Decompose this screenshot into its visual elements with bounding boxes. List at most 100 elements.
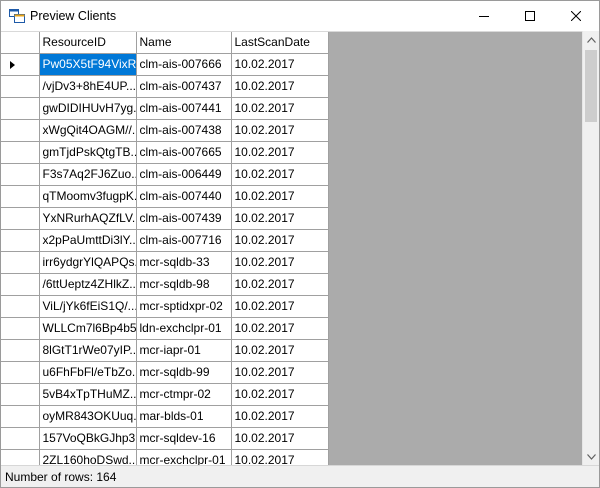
close-button[interactable] [553, 1, 599, 31]
cell-lastscandate[interactable]: 10.02.2017 [231, 295, 329, 318]
cell-lastscandate[interactable]: 10.02.2017 [231, 251, 329, 274]
cell-name[interactable]: clm-ais-007439 [136, 207, 232, 230]
cell-lastscandate[interactable]: 10.02.2017 [231, 427, 329, 450]
clients-data-grid[interactable]: ResourceID Name LastScanDate Pw05X5tF94V… [1, 31, 599, 465]
table-row[interactable]: x2pPaUmttDi3lY... clm-ais-007716 10.02.201… [1, 229, 329, 252]
row-header[interactable] [1, 339, 40, 362]
column-header-name[interactable]: Name [136, 32, 232, 54]
row-header[interactable] [1, 207, 40, 230]
cell-resourceid[interactable]: YxNRurhAQZfLV... [39, 207, 137, 230]
cell-name[interactable]: clm-ais-007665 [136, 141, 232, 164]
table-row[interactable]: 2ZL160hoDSwd... mcr-exchclpr-01 10.02.2017 [1, 449, 329, 465]
cell-resourceid[interactable]: 157VoQBkGJhp3... [39, 427, 137, 450]
cell-name[interactable]: mcr-sqldb-99 [136, 361, 232, 384]
row-header[interactable] [1, 383, 40, 406]
row-header[interactable] [1, 141, 40, 164]
row-header[interactable] [1, 427, 40, 450]
table-row[interactable]: irr6ydgrYlQAPQs... mcr-sqldb-33 10.02.2017 [1, 251, 329, 274]
table-row[interactable]: /vjDv3+8hE4UP... clm-ais-007437 10.02.2017 [1, 75, 329, 98]
table-row[interactable]: xWgQit4OAGM//... clm-ais-007438 10.02.2017 [1, 119, 329, 142]
cell-name[interactable]: ldn-exchclpr-01 [136, 317, 232, 340]
table-row[interactable]: u6FhFbFl/eTbZo... mcr-sqldb-99 10.02.2017 [1, 361, 329, 384]
table-row[interactable]: YxNRurhAQZfLV... clm-ais-007439 10.02.2017 [1, 207, 329, 230]
cell-resourceid[interactable]: x2pPaUmttDi3lY... [39, 229, 137, 252]
row-header[interactable] [1, 449, 40, 465]
cell-name[interactable]: mcr-sqldb-33 [136, 251, 232, 274]
cell-resourceid[interactable]: /vjDv3+8hE4UP... [39, 75, 137, 98]
scroll-thumb[interactable] [585, 50, 597, 122]
row-header[interactable] [1, 53, 40, 76]
cell-lastscandate[interactable]: 10.02.2017 [231, 207, 329, 230]
title-bar[interactable]: Preview Clients [1, 1, 599, 31]
cell-lastscandate[interactable]: 10.02.2017 [231, 185, 329, 208]
cell-lastscandate[interactable]: 10.02.2017 [231, 449, 329, 465]
row-header[interactable] [1, 119, 40, 142]
cell-resourceid[interactable]: ViL/jYk6fEiS1Q/... [39, 295, 137, 318]
cell-lastscandate[interactable]: 10.02.2017 [231, 361, 329, 384]
column-header-lastscandate[interactable]: LastScanDate [231, 32, 329, 54]
cell-resourceid[interactable]: /6ttUeptz4ZHlkZ... [39, 273, 137, 296]
table-row[interactable]: Pw05X5tF94VixR... clm-ais-007666 10.02.201… [1, 53, 329, 76]
cell-lastscandate[interactable]: 10.02.2017 [231, 75, 329, 98]
cell-lastscandate[interactable]: 10.02.2017 [231, 273, 329, 296]
row-header[interactable] [1, 295, 40, 318]
table-row[interactable]: gwDIDIHUvH7yg... clm-ais-007441 10.02.2017 [1, 97, 329, 120]
row-header[interactable] [1, 273, 40, 296]
table-row[interactable]: 157VoQBkGJhp3... mcr-sqldev-16 10.02.2017 [1, 427, 329, 450]
cell-resourceid[interactable]: irr6ydgrYlQAPQs... [39, 251, 137, 274]
table-row[interactable]: F3s7Aq2FJ6Zuo... clm-ais-006449 10.02.2017 [1, 163, 329, 186]
cell-resourceid[interactable]: F3s7Aq2FJ6Zuo... [39, 163, 137, 186]
cell-name[interactable]: clm-ais-007438 [136, 119, 232, 142]
cell-lastscandate[interactable]: 10.02.2017 [231, 97, 329, 120]
cell-lastscandate[interactable]: 10.02.2017 [231, 53, 329, 76]
scroll-down-button[interactable] [583, 448, 600, 465]
column-header-resourceid[interactable]: ResourceID [39, 32, 137, 54]
cell-resourceid[interactable]: gwDIDIHUvH7yg... [39, 97, 137, 120]
row-header[interactable] [1, 75, 40, 98]
cell-name[interactable]: clm-ais-007437 [136, 75, 232, 98]
cell-resourceid[interactable]: u6FhFbFl/eTbZo... [39, 361, 137, 384]
cell-resourceid[interactable]: xWgQit4OAGM//... [39, 119, 137, 142]
select-all-corner[interactable] [1, 32, 40, 54]
cell-name[interactable]: mcr-sqldev-16 [136, 427, 232, 450]
app-icon[interactable] [9, 9, 25, 23]
cell-resourceid[interactable]: 8lGtT1rWe07yIP... [39, 339, 137, 362]
table-row[interactable]: 8lGtT1rWe07yIP... mcr-iapr-01 10.02.2017 [1, 339, 329, 362]
minimize-button[interactable] [461, 1, 507, 31]
cell-resourceid[interactable]: gmTjdPskQtgTB... [39, 141, 137, 164]
cell-name[interactable]: clm-ais-007440 [136, 185, 232, 208]
cell-lastscandate[interactable]: 10.02.2017 [231, 383, 329, 406]
cell-resourceid[interactable]: WLLCm7l6Bp4b5... [39, 317, 137, 340]
cell-resourceid[interactable]: qTMoomv3fugpK... [39, 185, 137, 208]
cell-lastscandate[interactable]: 10.02.2017 [231, 141, 329, 164]
maximize-button[interactable] [507, 1, 553, 31]
cell-name[interactable]: mcr-exchclpr-01 [136, 449, 232, 465]
cell-name[interactable]: mcr-iapr-01 [136, 339, 232, 362]
cell-name[interactable]: clm-ais-007441 [136, 97, 232, 120]
cell-name[interactable]: mcr-sqldb-98 [136, 273, 232, 296]
cell-resourceid[interactable]: oyMR843OKUuq... [39, 405, 137, 428]
table-row[interactable]: qTMoomv3fugpK... clm-ais-007440 10.02.2017 [1, 185, 329, 208]
row-header[interactable] [1, 405, 40, 428]
cell-name[interactable]: mcr-sptidxpr-02 [136, 295, 232, 318]
table-row[interactable]: /6ttUeptz4ZHlkZ... mcr-sqldb-98 10.02.2017 [1, 273, 329, 296]
row-header[interactable] [1, 185, 40, 208]
cell-name[interactable]: mar-blds-01 [136, 405, 232, 428]
cell-resourceid[interactable]: 2ZL160hoDSwd... [39, 449, 137, 465]
row-header[interactable] [1, 229, 40, 252]
cell-lastscandate[interactable]: 10.02.2017 [231, 119, 329, 142]
cell-lastscandate[interactable]: 10.02.2017 [231, 317, 329, 340]
table-row[interactable]: ViL/jYk6fEiS1Q/... mcr-sptidxpr-02 10.02.2… [1, 295, 329, 318]
row-header[interactable] [1, 361, 40, 384]
cell-lastscandate[interactable]: 10.02.2017 [231, 405, 329, 428]
row-header[interactable] [1, 97, 40, 120]
row-header[interactable] [1, 317, 40, 340]
scroll-up-button[interactable] [583, 31, 600, 48]
cell-resourceid[interactable]: Pw05X5tF94VixR... [39, 53, 137, 76]
table-row[interactable]: WLLCm7l6Bp4b5...ldn-exchclpr-0110.02.201… [1, 317, 329, 340]
cell-name[interactable]: clm-ais-006449 [136, 163, 232, 186]
table-row[interactable]: gmTjdPskQtgTB... clm-ais-007665 10.02.2017 [1, 141, 329, 164]
cell-lastscandate[interactable]: 10.02.2017 [231, 163, 329, 186]
cell-name[interactable]: clm-ais-007666 [136, 53, 232, 76]
vertical-scrollbar[interactable] [582, 31, 599, 465]
